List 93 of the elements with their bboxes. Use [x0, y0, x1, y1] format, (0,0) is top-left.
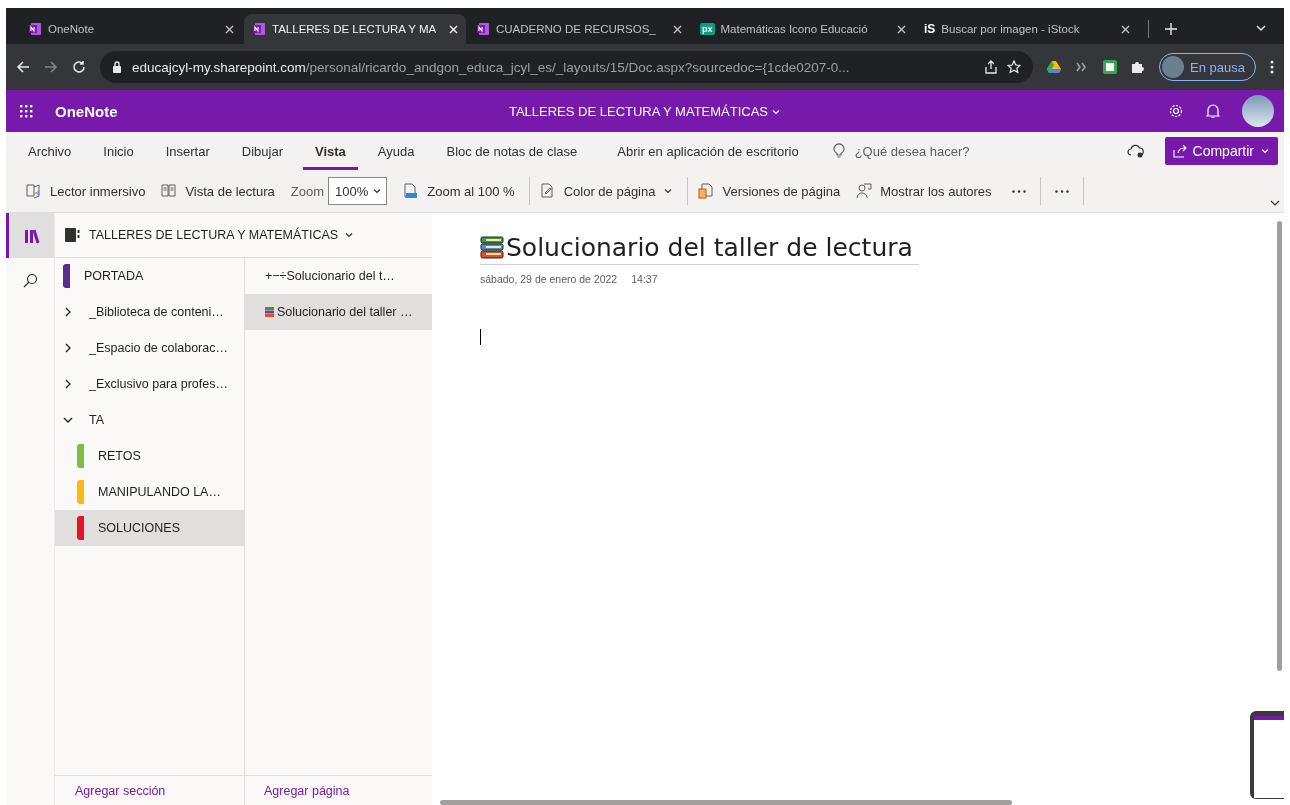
ribbon-tab[interactable]: Ayuda	[365, 132, 427, 170]
section-group[interactable]: _Biblioteca de conteni…	[55, 294, 244, 330]
text-cursor	[480, 329, 481, 345]
books-icon	[480, 235, 504, 260]
onenote-icon	[476, 22, 490, 36]
toolbar-button[interactable]: Zoom al 100 %	[397, 175, 521, 207]
site-icon: iS	[924, 22, 936, 36]
open-desktop-link[interactable]: Abrir en aplicación de escritorio	[617, 143, 799, 159]
back-icon[interactable]	[16, 60, 30, 74]
share-button[interactable]: Compartir	[1164, 137, 1278, 165]
chevron-icon[interactable]	[63, 343, 73, 353]
person-icon	[856, 183, 873, 199]
search-icon[interactable]	[22, 273, 38, 288]
browser-tab[interactable]: iS Buscar por imagen - iStock	[916, 14, 1138, 44]
close-icon[interactable]	[897, 24, 906, 34]
app-name[interactable]: OneNote	[55, 102, 118, 120]
expand-icon[interactable]	[1270, 198, 1280, 208]
share-icon	[1172, 144, 1187, 158]
page-color-icon	[539, 183, 556, 199]
toolbar-button[interactable]: Lector inmersivo	[20, 175, 152, 207]
section-group[interactable]: TA	[55, 402, 244, 438]
toolbar-button[interactable]: Versiones de página	[692, 175, 847, 207]
page-item[interactable]: +−÷Solucionario del t…	[245, 258, 432, 294]
extension-icon[interactable]	[1103, 60, 1118, 74]
section-group[interactable]: _Espacio de colaborac…	[55, 330, 244, 366]
notebooks-icon[interactable]	[23, 227, 40, 244]
close-icon[interactable]	[225, 24, 234, 34]
section-item[interactable]: SOLUCIONES	[55, 510, 244, 546]
browser-tab[interactable]: OneNote	[20, 14, 242, 44]
caret-icon[interactable]	[372, 186, 383, 196]
page-date: sábado, 29 de enero de 2022	[480, 273, 618, 285]
notebook-icon	[65, 228, 81, 242]
page-title: Solucionario del taller de lectura	[480, 233, 919, 265]
settings-icon[interactable]	[1168, 103, 1184, 119]
zoom-label: Zoom	[290, 183, 324, 199]
close-icon[interactable]	[1121, 24, 1130, 34]
chevron-icon[interactable]	[63, 307, 73, 317]
caret-icon[interactable]	[1260, 146, 1270, 156]
close-icon[interactable]	[673, 24, 682, 34]
caret-icon[interactable]	[344, 230, 355, 240]
ribbon-tab[interactable]: Insertar	[153, 132, 222, 170]
search-field[interactable]: ¿Qué desea hacer?	[854, 143, 970, 159]
section-item[interactable]: RETOS	[55, 438, 244, 474]
onenote-icon	[252, 22, 266, 36]
books-icon	[265, 307, 275, 317]
site-icon: px	[700, 23, 715, 35]
window-thumbnail[interactable]	[1250, 711, 1284, 799]
lightbulb-icon	[832, 143, 845, 159]
onenote-icon	[28, 22, 42, 36]
page-versions-icon	[698, 183, 715, 199]
tab-list-icon[interactable]	[1256, 23, 1266, 33]
caret-icon[interactable]	[663, 186, 674, 196]
cloud-icon[interactable]	[1126, 144, 1145, 158]
chevron-icon[interactable]	[63, 379, 73, 389]
more-icon[interactable]	[1011, 189, 1026, 193]
lock-icon	[112, 61, 122, 73]
section-group[interactable]: _Exclusivo para profes…	[55, 366, 244, 402]
browser-tab[interactable]: px Matemáticas Icono Educació	[692, 14, 914, 44]
share-icon[interactable]	[985, 60, 998, 74]
avatar[interactable]	[1242, 95, 1274, 127]
browser-tab[interactable]: CUADERNO DE RECURSOS_	[468, 14, 690, 44]
drive-icon[interactable]	[1047, 61, 1062, 73]
toolbar-button[interactable]: Mostrar los autores	[850, 175, 998, 207]
page-time: 14:37	[631, 273, 658, 285]
bell-icon[interactable]	[1206, 103, 1220, 119]
notebook-title[interactable]: TALLERES DE LECTURA Y MATEMÁTICAS	[508, 104, 782, 119]
chevron-icon[interactable]	[63, 415, 73, 425]
app-launcher-icon[interactable]	[20, 104, 33, 118]
reload-icon[interactable]	[72, 60, 86, 74]
page-zoom-icon	[403, 183, 420, 199]
address-field[interactable]: educajcyl-my.sharepoint.com/personal/ricardo_andgon_educa_jcyl_es/_layouts/15/Doc.aspx?sourcedoc={1cde0207-0...	[100, 51, 1034, 83]
puzzle-icon[interactable]	[1131, 60, 1146, 74]
section-item[interactable]: PORTADA	[55, 258, 244, 294]
scrollbar[interactable]	[1277, 221, 1282, 671]
avatar	[1162, 56, 1185, 78]
new-tab-icon[interactable]	[1165, 23, 1177, 35]
menu-icon[interactable]	[1270, 60, 1274, 74]
zoom-select[interactable]: 100%	[328, 177, 388, 205]
scrollbar[interactable]	[440, 800, 1012, 805]
browser-tab[interactable]: TALLERES DE LECTURA Y MA	[244, 14, 466, 44]
forward-icon[interactable]	[44, 60, 58, 74]
ribbon-tab[interactable]: Inicio	[91, 132, 146, 170]
ribbon-tab[interactable]: Dibujar	[229, 132, 295, 170]
toolbar-button[interactable]: Vista de lectura	[155, 175, 281, 207]
toolbar-dropdown[interactable]: Color de página	[533, 175, 680, 207]
ribbon-tab[interactable]: Archivo	[16, 132, 84, 170]
section-item[interactable]: MANIPULANDO LA…	[55, 474, 244, 510]
star-icon[interactable]	[1007, 60, 1022, 74]
ribbon-tab[interactable]: Bloc de notas de clase	[434, 132, 590, 170]
book-icon	[161, 183, 178, 199]
page-item[interactable]: Solucionario del taller …	[245, 294, 432, 330]
more-icon[interactable]	[1054, 189, 1069, 193]
immersive-reader-icon	[26, 183, 42, 199]
